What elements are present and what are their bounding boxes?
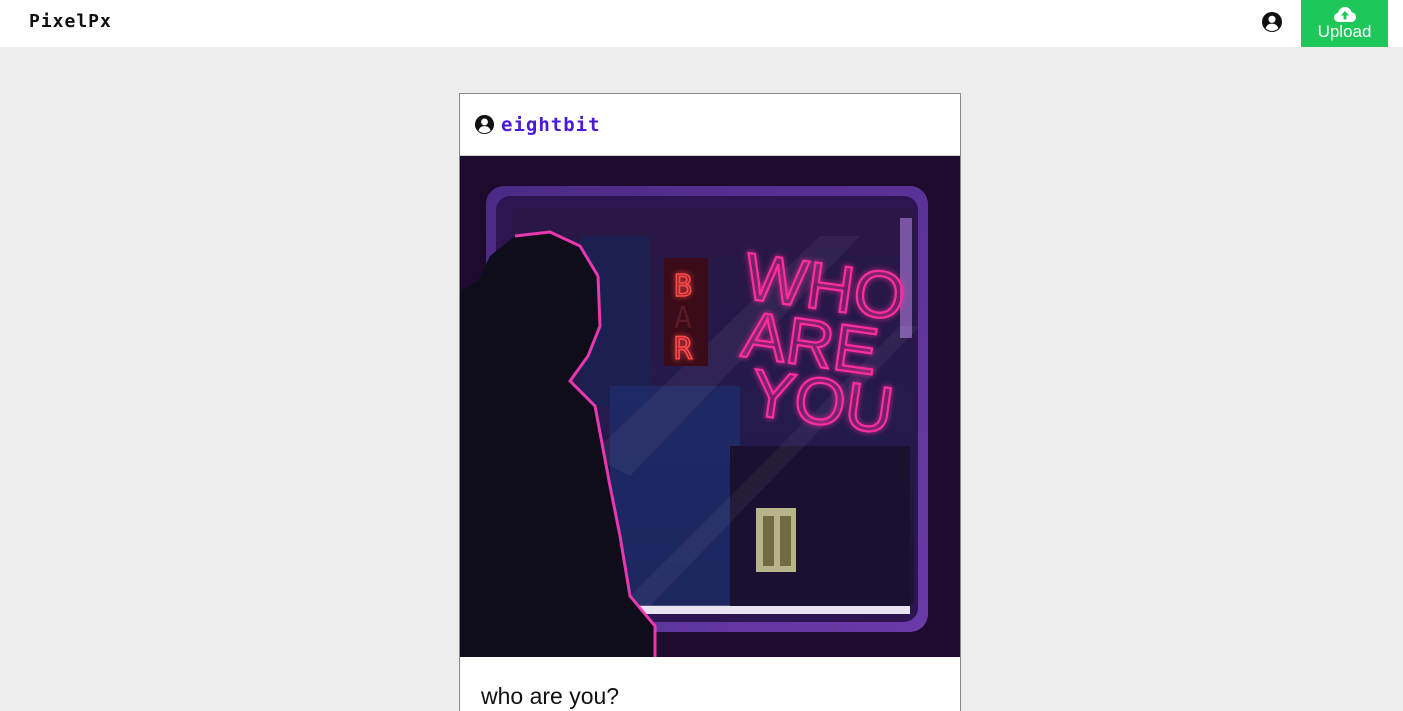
svg-text:A: A bbox=[674, 301, 692, 336]
user-circle-icon bbox=[1262, 12, 1282, 32]
brand-logo[interactable]: PixelPx bbox=[29, 11, 112, 32]
post-author-link[interactable]: eightbit bbox=[501, 114, 601, 136]
pixel-art-illustration: B R A WHO ARE YOU bbox=[460, 186, 928, 657]
user-circle-icon bbox=[474, 114, 495, 135]
post-header: eightbit bbox=[460, 94, 960, 156]
svg-text:B: B bbox=[674, 269, 692, 304]
cloud-upload-icon bbox=[1333, 6, 1356, 22]
top-navbar: PixelPx Upload bbox=[0, 0, 1403, 47]
post-caption: who are you? bbox=[481, 683, 620, 709]
svg-text:R: R bbox=[674, 332, 693, 367]
post-image[interactable]: B R A WHO ARE YOU bbox=[460, 156, 960, 657]
account-button[interactable] bbox=[1261, 11, 1283, 33]
upload-button-label: Upload bbox=[1317, 21, 1372, 41]
upload-button[interactable]: Upload bbox=[1301, 0, 1388, 47]
post-card: eightbit B R A WHO ARE YOU who are you? bbox=[459, 93, 961, 711]
